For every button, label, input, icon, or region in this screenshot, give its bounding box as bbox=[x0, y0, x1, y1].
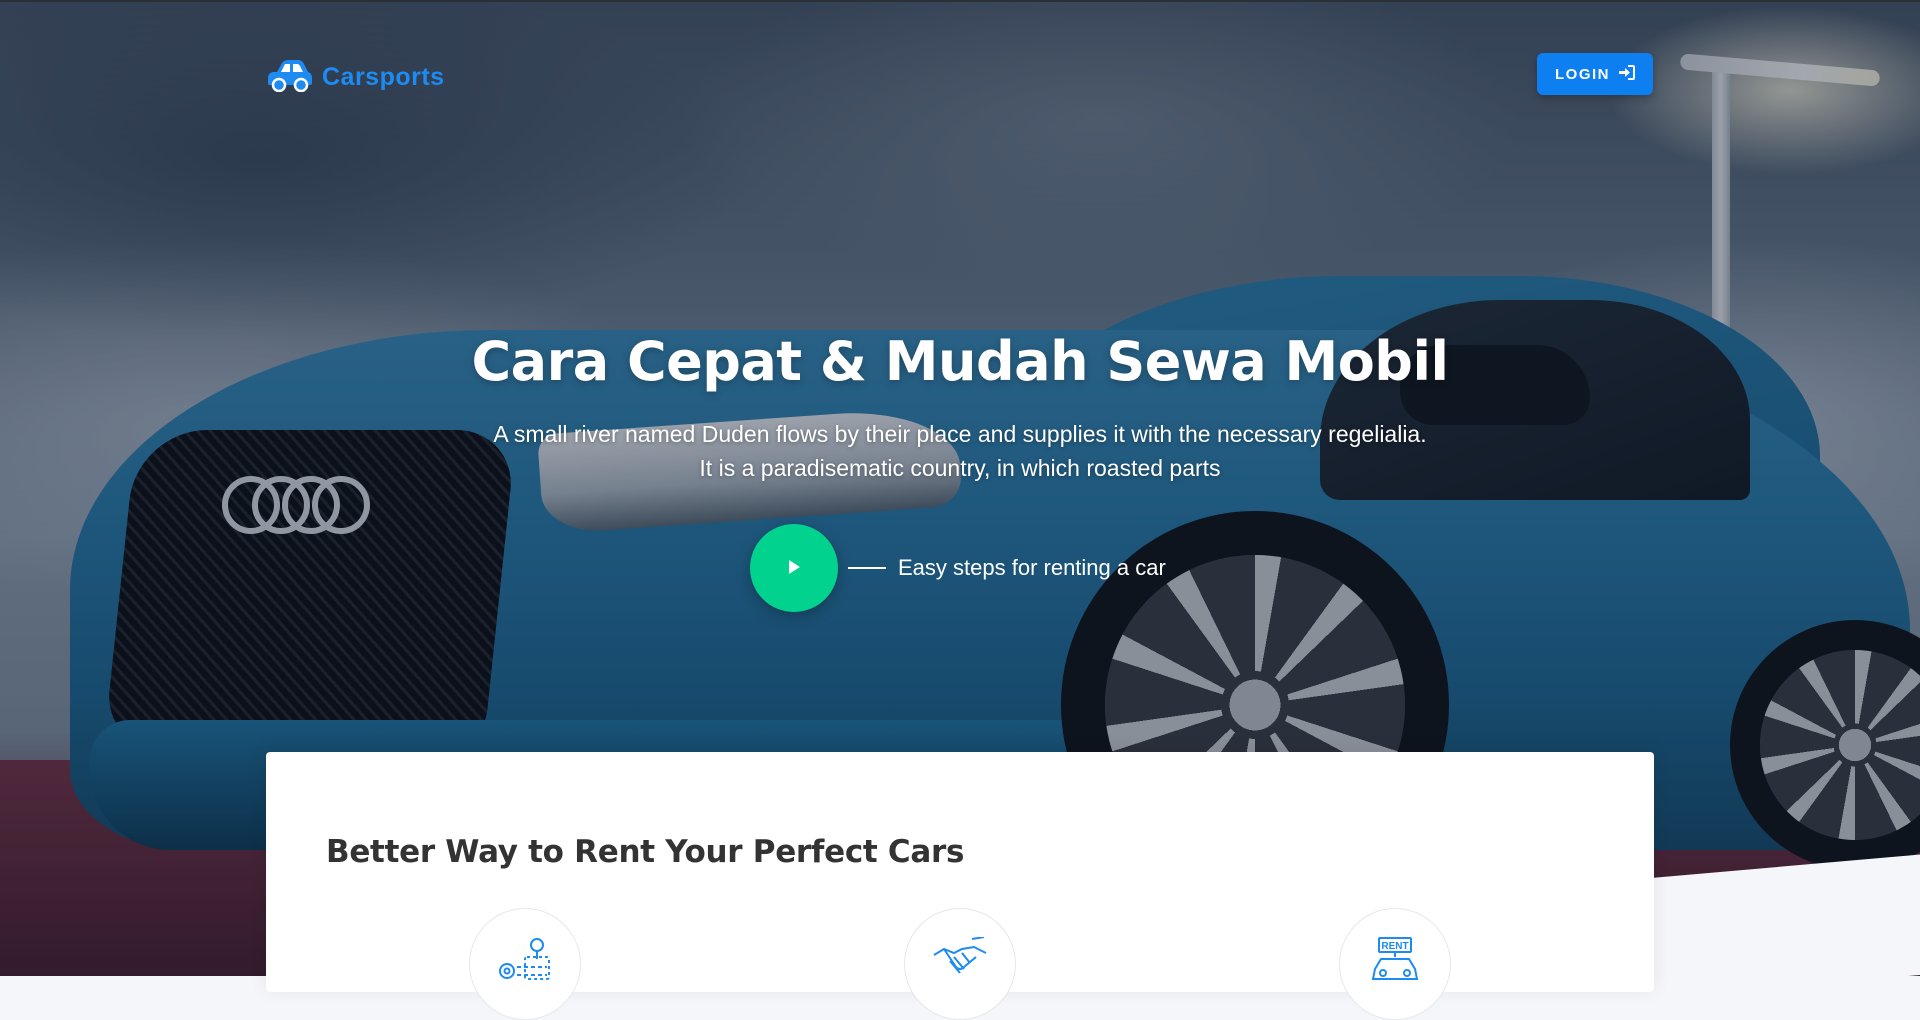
steps-label[interactable]: Easy steps for renting a car bbox=[898, 555, 1166, 581]
play-icon bbox=[787, 559, 801, 578]
steps-divider bbox=[848, 567, 886, 569]
play-button[interactable] bbox=[750, 524, 838, 612]
handshake-icon bbox=[932, 936, 988, 1019]
hero-content: Cara Cepat & Mudah Sewa Mobil A small ri… bbox=[0, 330, 1920, 485]
section-title: Better Way to Rent Your Perfect Cars bbox=[326, 834, 965, 870]
brand-name: Carsports bbox=[322, 63, 445, 91]
hero-subtitle: A small river named Duden flows by their… bbox=[493, 421, 1427, 481]
top-border bbox=[0, 0, 1920, 2]
steps-video-link: Easy steps for renting a car bbox=[750, 524, 1166, 612]
sign-in-icon bbox=[1618, 64, 1635, 84]
hero-title: Cara Cepat & Mudah Sewa Mobil bbox=[471, 330, 1449, 393]
feature-circle-location bbox=[469, 908, 581, 1020]
brand-logo[interactable]: Carsports bbox=[268, 58, 445, 97]
feature-circle-rent: RENT bbox=[1339, 908, 1451, 1020]
svg-text:RENT: RENT bbox=[1381, 941, 1408, 952]
login-button[interactable]: LOGIN bbox=[1537, 53, 1653, 95]
map-route-icon bbox=[497, 937, 553, 1019]
feature-circle-handshake bbox=[904, 908, 1016, 1020]
login-label: LOGIN bbox=[1555, 65, 1610, 83]
car-icon bbox=[268, 58, 312, 97]
rent-car-icon: RENT bbox=[1367, 937, 1423, 1019]
services-card: Better Way to Rent Your Perfect Cars REN… bbox=[266, 752, 1654, 1020]
